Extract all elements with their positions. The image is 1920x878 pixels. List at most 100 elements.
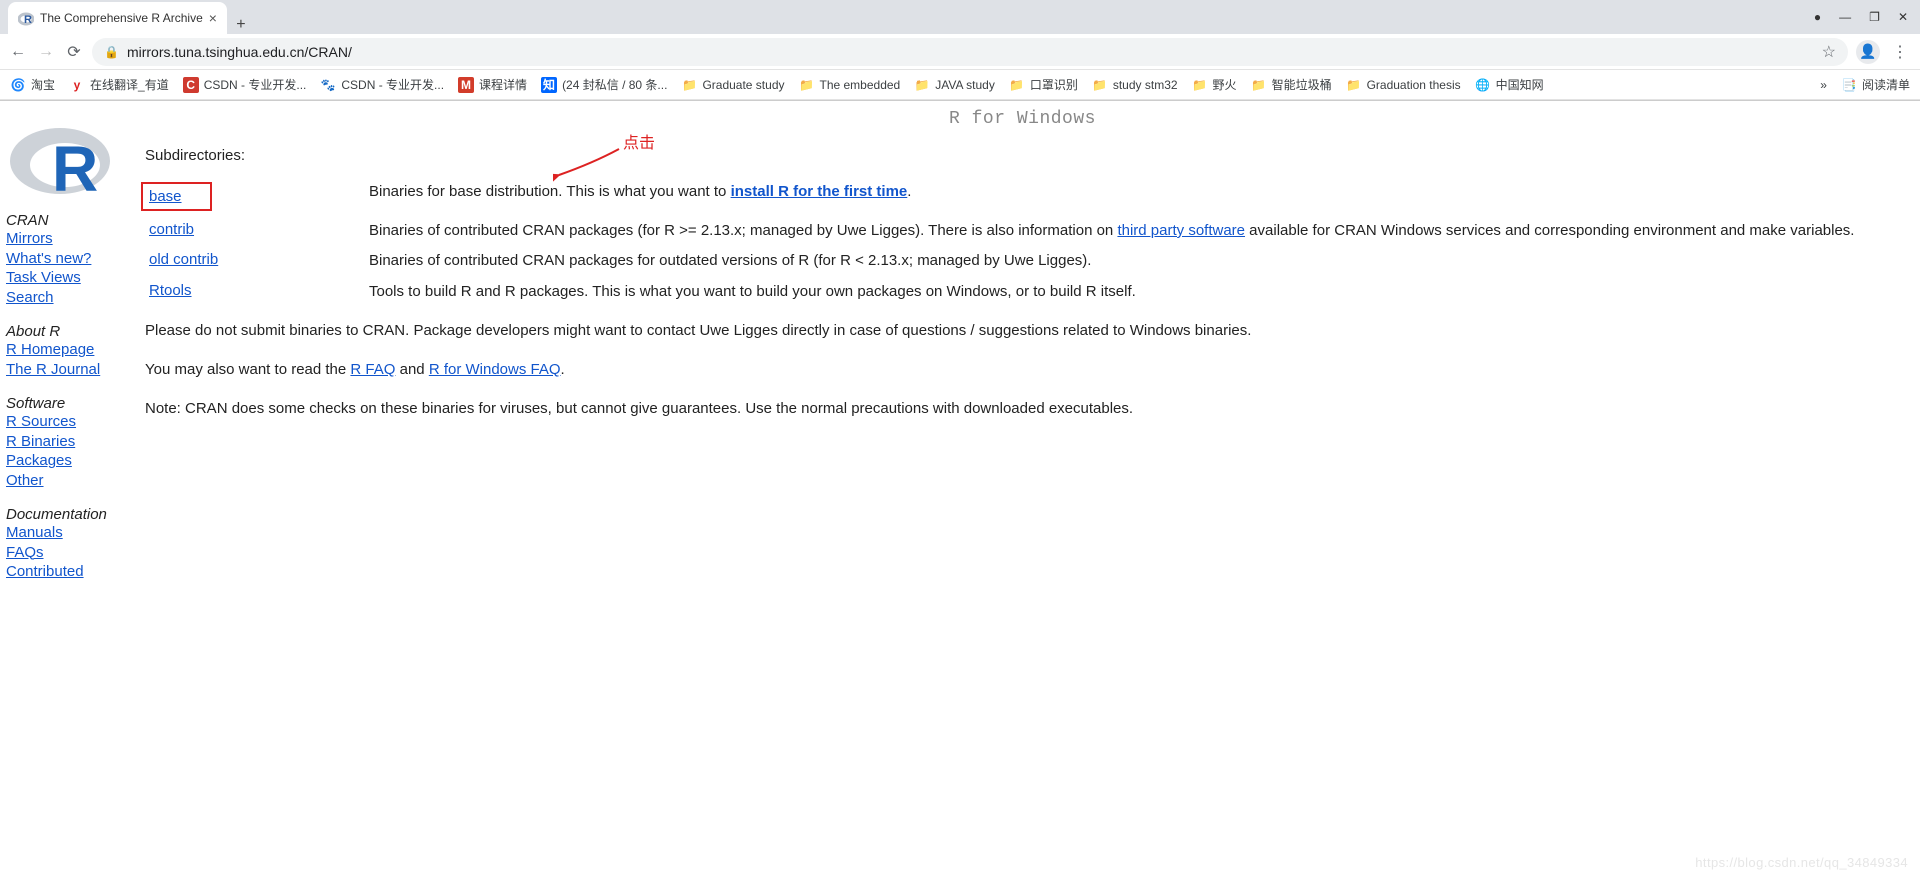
r-faq-link[interactable]: R FAQ [350, 361, 395, 378]
sidebar-link[interactable]: R Binaries [6, 432, 137, 452]
inline-link[interactable]: install R for the first time [731, 183, 908, 200]
para2-post: . [561, 361, 565, 378]
r-logo: R [8, 113, 137, 202]
bookmark-item[interactable]: 📁Graduate study [681, 77, 784, 93]
sidebar-heading: Software [6, 395, 137, 412]
sidebar-link[interactable]: Mirrors [6, 229, 137, 249]
subdir-desc: Binaries for base distribution. This is … [369, 182, 1900, 211]
minimize-button[interactable]: — [1839, 10, 1851, 24]
tab-title: The Comprehensive R Archive [40, 11, 203, 25]
new-tab-button[interactable]: + [227, 16, 255, 34]
r-windows-faq-link[interactable]: R for Windows FAQ [429, 361, 561, 378]
bookmark-item[interactable]: 📁study stm32 [1092, 77, 1178, 93]
inline-link[interactable]: third party software [1117, 222, 1245, 239]
subdirectories-table: baseBinaries for base distribution. This… [149, 182, 1900, 302]
sidebar-heading: Documentation [6, 506, 137, 523]
subdir-desc: Binaries of contributed CRAN packages fo… [369, 251, 1900, 271]
url-text: mirrors.tuna.tsinghua.edu.cn/CRAN/ [127, 44, 1814, 60]
sidebar-link[interactable]: The R Journal [6, 360, 137, 380]
svg-text:R: R [52, 133, 98, 199]
bookmark-item[interactable]: 🐾CSDN - 专业开发... [320, 76, 444, 93]
page-content: R CRANMirrorsWhat's new?Task ViewsSearch… [0, 101, 1920, 590]
subdirectories-label: Subdirectories: [145, 147, 1900, 164]
bookmarks-bar: 🌀淘宝 y在线翻译_有道 CCSDN - 专业开发... 🐾CSDN - 专业开发..… [0, 70, 1920, 100]
sidebar-link[interactable]: Search [6, 288, 137, 308]
bookmark-item[interactable]: 📁野火 [1192, 76, 1237, 93]
window-controls: ● — ❐ ✕ [1814, 0, 1920, 34]
sidebar: R CRANMirrorsWhat's new?Task ViewsSearch… [0, 101, 145, 590]
url-box[interactable]: 🔒 mirrors.tuna.tsinghua.edu.cn/CRAN/ ☆ [92, 38, 1848, 66]
sidebar-heading: About R [6, 323, 137, 340]
paragraph-2: You may also want to read the R FAQ and … [145, 359, 1900, 380]
bookmark-item[interactable]: 📁Graduation thesis [1346, 77, 1461, 93]
sidebar-link[interactable]: Packages [6, 451, 137, 471]
r-favicon: R [18, 10, 34, 26]
lock-icon: 🔒 [104, 45, 119, 59]
bookmark-label: 中国知网 [1496, 76, 1544, 93]
forward-button[interactable]: → [36, 43, 56, 61]
bookmark-label: 淘宝 [31, 76, 55, 93]
subdir-link-Rtools[interactable]: Rtools [149, 282, 192, 299]
subdir-link-base[interactable]: base [141, 182, 212, 211]
bookmark-label: 野火 [1213, 76, 1237, 93]
svg-text:R: R [24, 14, 32, 26]
address-bar: ← → ⟳ 🔒 mirrors.tuna.tsinghua.edu.cn/CRA… [0, 34, 1920, 70]
paragraph-3: Note: CRAN does some checks on these bin… [145, 398, 1900, 419]
bookmark-item[interactable]: y在线翻译_有道 [69, 76, 169, 93]
bookmark-item[interactable]: 📁JAVA study [914, 77, 995, 93]
bookmark-label: study stm32 [1113, 78, 1178, 92]
bookmark-label: JAVA study [935, 78, 995, 92]
subdir-link-old-contrib[interactable]: old contrib [149, 251, 218, 268]
tab-close-icon[interactable]: × [209, 10, 217, 26]
page-title: R for Windows [145, 109, 1900, 129]
sidebar-link[interactable]: Manuals [6, 523, 137, 543]
maximize-button[interactable]: ❐ [1869, 10, 1880, 24]
para2-pre: You may also want to read the [145, 361, 350, 378]
annotation-label: 点击 [623, 129, 655, 153]
browser-tab[interactable]: R The Comprehensive R Archive × [8, 2, 227, 34]
reading-list[interactable]: 📑阅读清单 [1841, 76, 1910, 93]
bookmark-item[interactable]: 📁The embedded [799, 77, 901, 93]
watermark: https://blog.csdn.net/qq_34849334 [1695, 855, 1908, 870]
browser-chrome: R The Comprehensive R Archive × + ● — ❐ … [0, 0, 1920, 101]
bookmark-label: CSDN - 专业开发... [341, 76, 444, 93]
bookmark-item[interactable]: M课程详情 [458, 76, 527, 93]
browser-menu-icon[interactable]: ⋮ [1888, 42, 1912, 62]
close-window-button[interactable]: ✕ [1898, 10, 1908, 24]
annotation-arrow-icon [553, 145, 625, 183]
bookmark-item[interactable]: CCSDN - 专业开发... [183, 76, 307, 93]
sidebar-link[interactable]: Task Views [6, 268, 137, 288]
sidebar-link[interactable]: Other [6, 471, 137, 491]
bookmark-item[interactable]: 📁智能垃圾桶 [1251, 76, 1332, 93]
bookmark-star-icon[interactable]: ☆ [1822, 42, 1836, 62]
bookmark-label: 在线翻译_有道 [90, 76, 169, 93]
main-content: R for Windows 点击 Subdirectories: baseBin… [145, 101, 1920, 590]
subdir-link-contrib[interactable]: contrib [149, 221, 194, 238]
bookmark-item[interactable]: 📁口罩识别 [1009, 76, 1078, 93]
sidebar-heading: CRAN [6, 212, 137, 229]
bookmark-label: Graduate study [702, 78, 784, 92]
reload-button[interactable]: ⟳ [64, 42, 84, 62]
bookmark-item[interactable]: 🌐中国知网 [1475, 76, 1544, 93]
back-button[interactable]: ← [8, 43, 28, 61]
bookmark-label: CSDN - 专业开发... [204, 76, 307, 93]
bookmark-label: Graduation thesis [1367, 78, 1461, 92]
bookmark-item[interactable]: 知(24 封私信 / 80 条... [541, 76, 667, 93]
sidebar-link[interactable]: What's new? [6, 249, 137, 269]
paragraph-1: Please do not submit binaries to CRAN. P… [145, 320, 1900, 341]
subdir-desc: Tools to build R and R packages. This is… [369, 282, 1900, 302]
bookmark-label: 课程详情 [479, 76, 527, 93]
sidebar-link[interactable]: R Homepage [6, 340, 137, 360]
para2-mid: and [395, 361, 428, 378]
sidebar-link[interactable]: FAQs [6, 543, 137, 563]
sidebar-link[interactable]: R Sources [6, 412, 137, 432]
bookmark-label: 智能垃圾桶 [1272, 76, 1332, 93]
sidebar-link[interactable]: Contributed [6, 562, 137, 582]
dark-dot-icon[interactable]: ● [1814, 10, 1821, 24]
tab-strip: R The Comprehensive R Archive × + ● — ❐ … [0, 0, 1920, 34]
bookmark-label: The embedded [820, 78, 901, 92]
bookmark-label: 口罩识别 [1030, 76, 1078, 93]
bookmarks-overflow[interactable]: » [1820, 78, 1827, 92]
bookmark-item[interactable]: 🌀淘宝 [10, 76, 55, 93]
profile-avatar[interactable]: 👤 [1856, 40, 1880, 64]
